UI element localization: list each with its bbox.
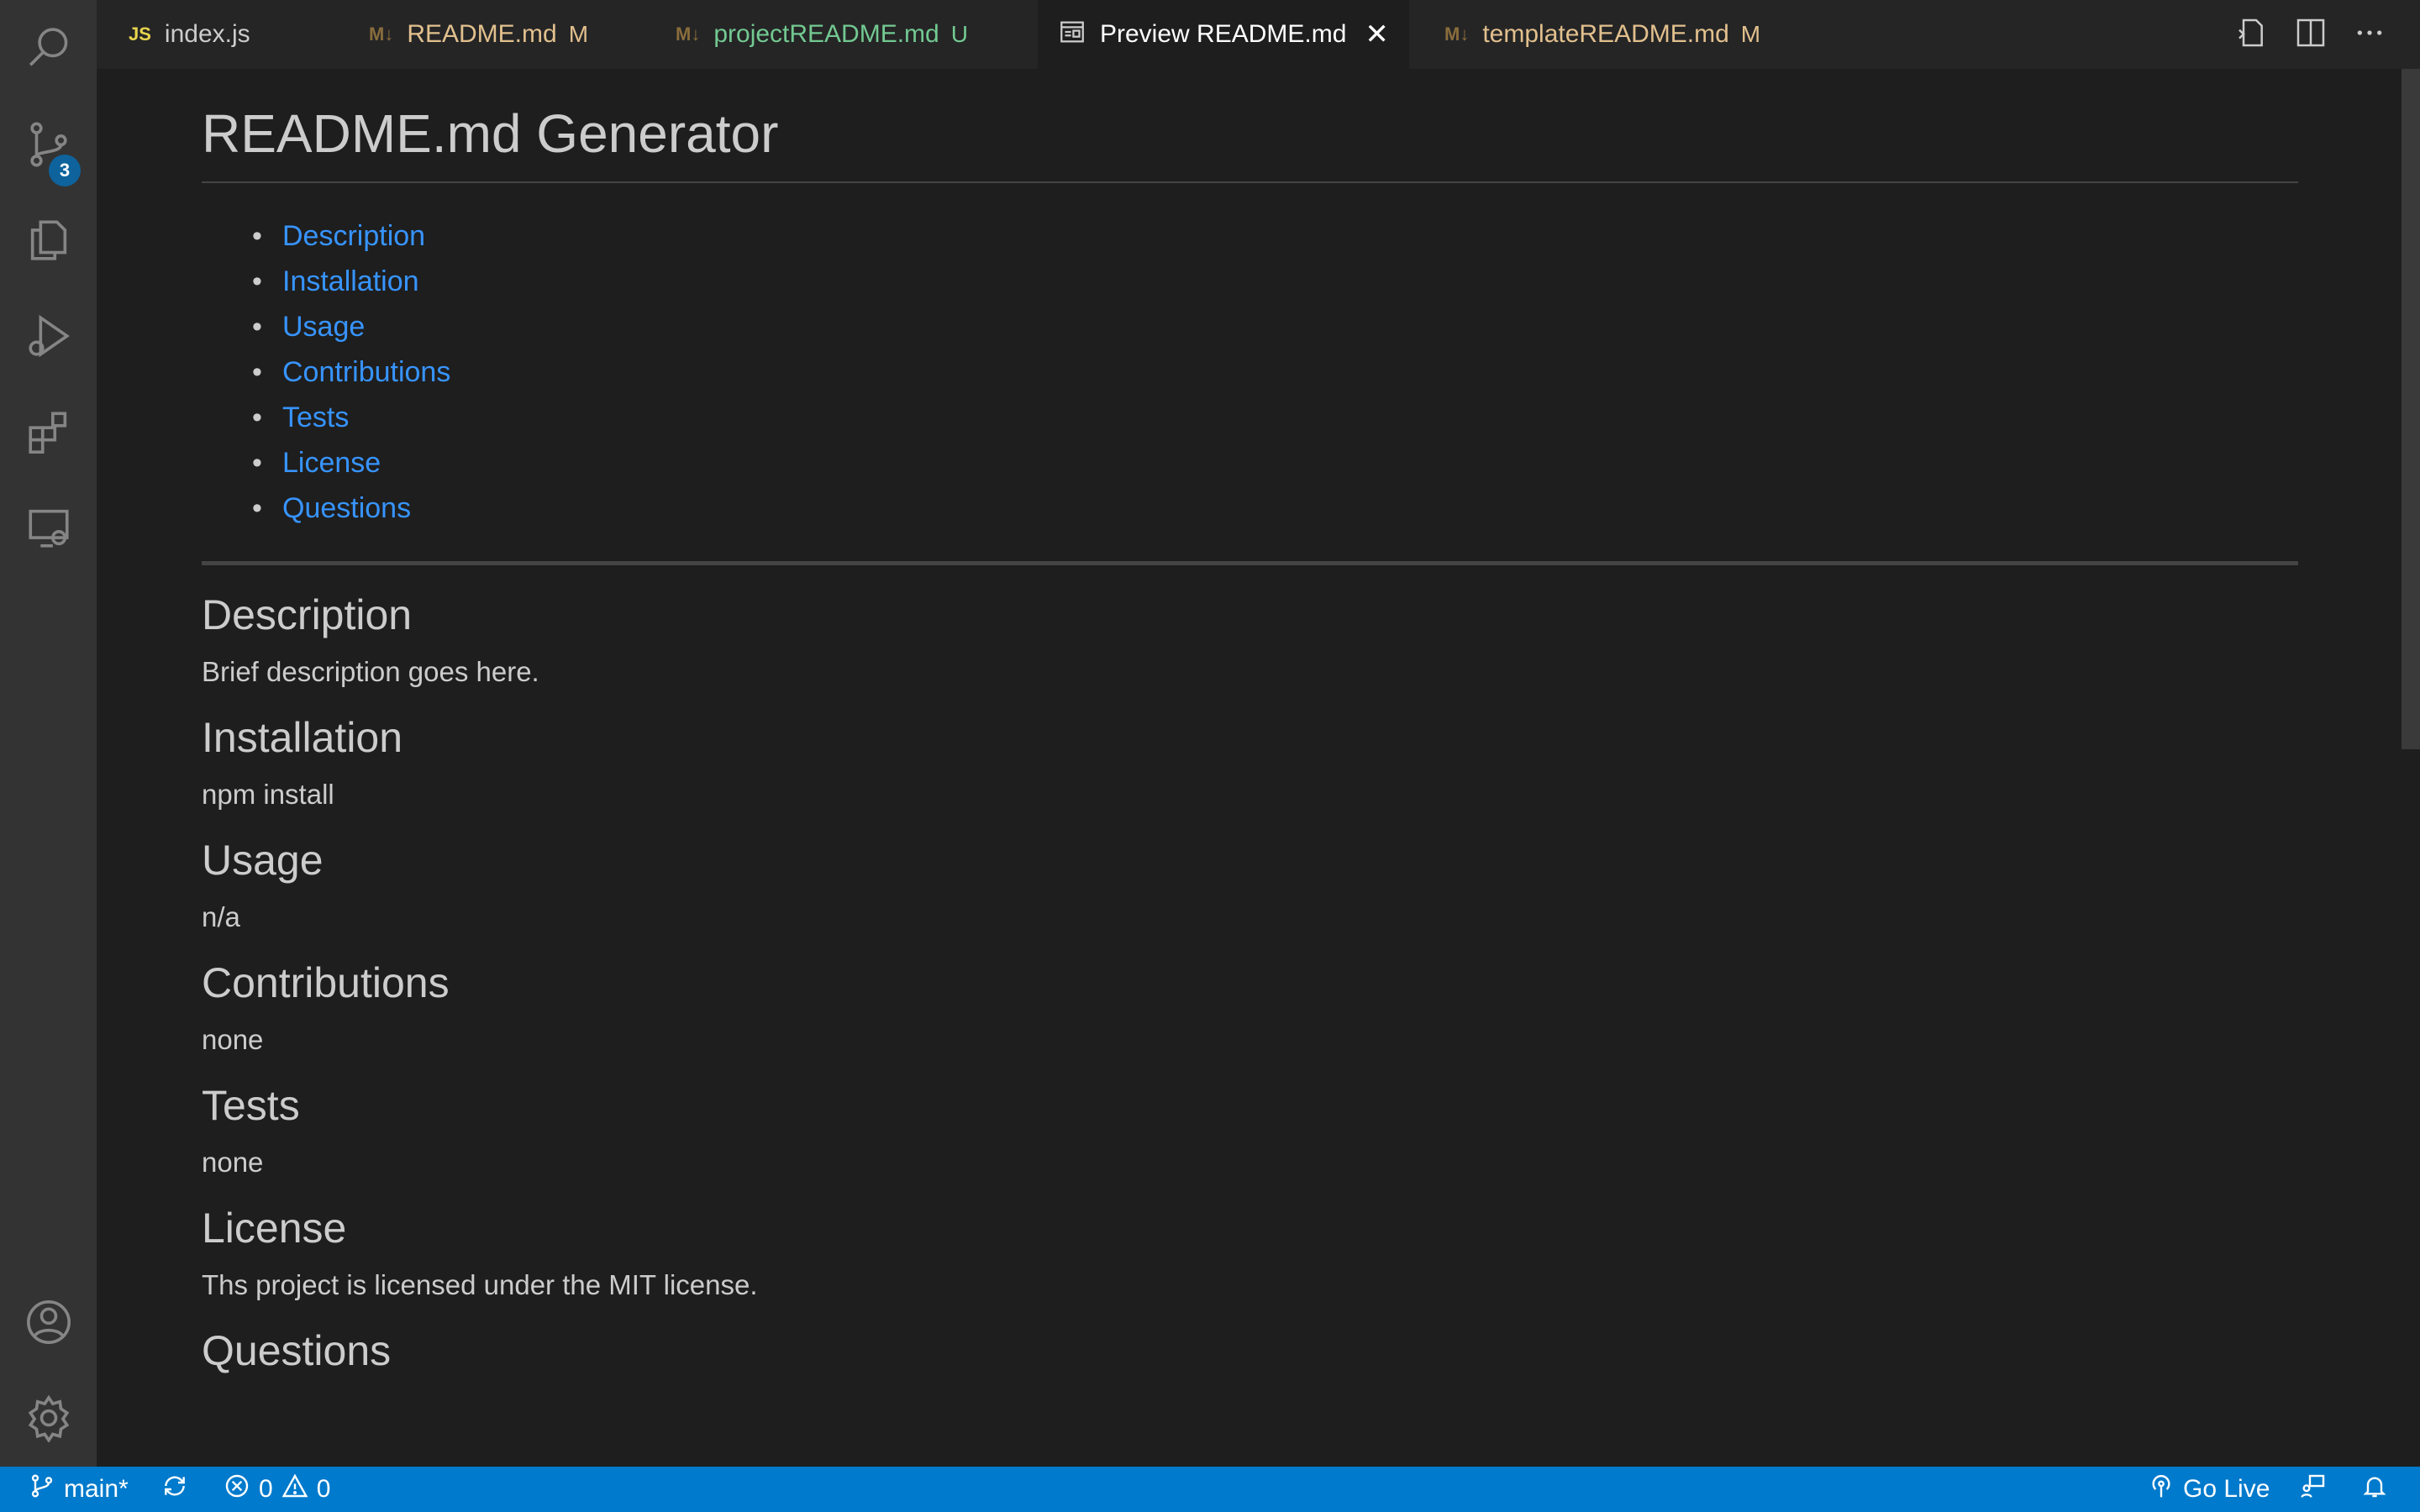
section-text: none <box>202 1147 264 1178</box>
toc-item[interactable]: Installation <box>252 259 2298 304</box>
page-title: README.md Generator <box>202 102 2298 183</box>
toc-link[interactable]: Description <box>282 220 425 252</box>
bell-icon <box>2361 1473 2388 1506</box>
section-text: Ths project is licensed under the MIT li… <box>202 1269 758 1300</box>
open-source-icon[interactable] <box>2235 16 2269 54</box>
toc-item[interactable]: Questions <box>252 486 2298 531</box>
tab-label: templateREADME.md <box>1482 20 1729 48</box>
problems-indicator[interactable]: 0 0 <box>224 1467 330 1512</box>
toc-link[interactable]: Contributions <box>282 356 450 388</box>
section-heading: Usage <box>202 837 324 884</box>
tab-label: Preview README.md <box>1100 20 1347 48</box>
section-heading: Description <box>202 591 413 638</box>
toc-item[interactable]: License <box>252 440 2298 486</box>
js-file-icon: JS <box>129 24 151 45</box>
feedback-icon <box>2300 1473 2327 1506</box>
account-icon[interactable] <box>0 1280 97 1364</box>
remote-explorer-icon[interactable] <box>0 486 97 570</box>
tab-template-readme-md[interactable]: M↓ templateREADME.md M <box>1424 0 1781 69</box>
toc-link[interactable]: Questions <box>282 492 411 524</box>
section-heading: Installation <box>202 714 403 761</box>
broadcast-icon <box>2148 1473 2175 1506</box>
untracked-indicator: U <box>950 21 968 47</box>
modified-indicator: M <box>568 21 589 47</box>
section-heading: Contributions <box>202 959 450 1006</box>
more-actions-icon[interactable] <box>2353 16 2386 54</box>
toc-link[interactable]: Tests <box>282 402 349 433</box>
toc-item[interactable]: Usage <box>252 304 2298 349</box>
section-text: npm install <box>202 779 334 810</box>
tab-project-readme-md[interactable]: M↓ projectREADME.md U <box>655 0 988 69</box>
go-live-button[interactable]: Go Live <box>2148 1467 2270 1512</box>
section-text: none <box>202 1024 264 1055</box>
editor-actions <box>2235 0 2386 69</box>
preview-content: README.md Generator Description Installa… <box>202 69 2298 1375</box>
toc-link[interactable]: Usage <box>282 311 365 343</box>
vertical-scrollbar[interactable] <box>2402 69 2420 749</box>
tab-readme-md[interactable]: M↓ README.md M <box>349 0 608 69</box>
feedback-button[interactable] <box>2300 1467 2327 1512</box>
markdown-file-icon: M↓ <box>369 24 394 45</box>
warning-icon <box>281 1473 308 1506</box>
extensions-icon[interactable] <box>0 390 97 474</box>
section-heading: Tests <box>202 1082 300 1129</box>
search-icon[interactable] <box>0 7 97 91</box>
split-editor-icon[interactable] <box>2294 16 2328 54</box>
notifications-button[interactable] <box>2361 1467 2388 1512</box>
source-control-icon[interactable]: 3 <box>0 102 97 186</box>
status-bar: main* 0 0 Go Live <box>0 1467 2420 1512</box>
tab-label: index.js <box>164 20 250 48</box>
go-live-label: Go Live <box>2183 1475 2270 1503</box>
toc-link[interactable]: License <box>282 447 381 479</box>
section-text: Brief description goes here. <box>202 656 539 687</box>
toc-item[interactable]: Contributions <box>252 349 2298 395</box>
markdown-file-icon: M↓ <box>1444 24 1470 45</box>
tab-bar: JS index.js M↓ README.md M M↓ projectREA… <box>97 0 2420 69</box>
tab-label: README.md <box>407 20 557 48</box>
modified-indicator: M <box>1740 21 1761 47</box>
close-icon[interactable]: ✕ <box>1365 18 1389 51</box>
table-of-contents: Description Installation Usage Contribut… <box>252 213 2298 531</box>
horizontal-rule <box>202 561 2298 565</box>
source-control-badge: 3 <box>49 155 81 186</box>
section-heading: Questions <box>202 1327 392 1374</box>
explorer-icon[interactable] <box>0 198 97 282</box>
markdown-preview[interactable]: README.md Generator Description Installa… <box>97 69 2407 1467</box>
sync-icon <box>161 1473 188 1506</box>
branch-name: main* <box>64 1475 129 1503</box>
branch-indicator[interactable]: main* <box>29 1467 129 1512</box>
section-heading: License <box>202 1205 347 1252</box>
toc-item[interactable]: Description <box>252 213 2298 259</box>
git-branch-icon <box>29 1473 55 1506</box>
tab-label: projectREADME.md <box>713 20 939 48</box>
preview-icon <box>1058 18 1086 51</box>
toc-item[interactable]: Tests <box>252 395 2298 440</box>
settings-gear-icon[interactable] <box>0 1376 97 1460</box>
sync-button[interactable] <box>161 1467 188 1512</box>
run-debug-icon[interactable] <box>0 294 97 378</box>
section-text: n/a <box>202 901 240 932</box>
error-count: 0 <box>259 1475 273 1503</box>
activity-bar: 3 <box>0 0 97 1467</box>
markdown-file-icon: M↓ <box>676 24 701 45</box>
toc-link[interactable]: Installation <box>282 265 419 297</box>
tab-preview-readme-md[interactable]: Preview README.md ✕ <box>1038 0 1409 69</box>
tab-index-js[interactable]: JS index.js <box>108 0 271 69</box>
error-icon <box>224 1473 250 1506</box>
warning-count: 0 <box>316 1475 331 1503</box>
